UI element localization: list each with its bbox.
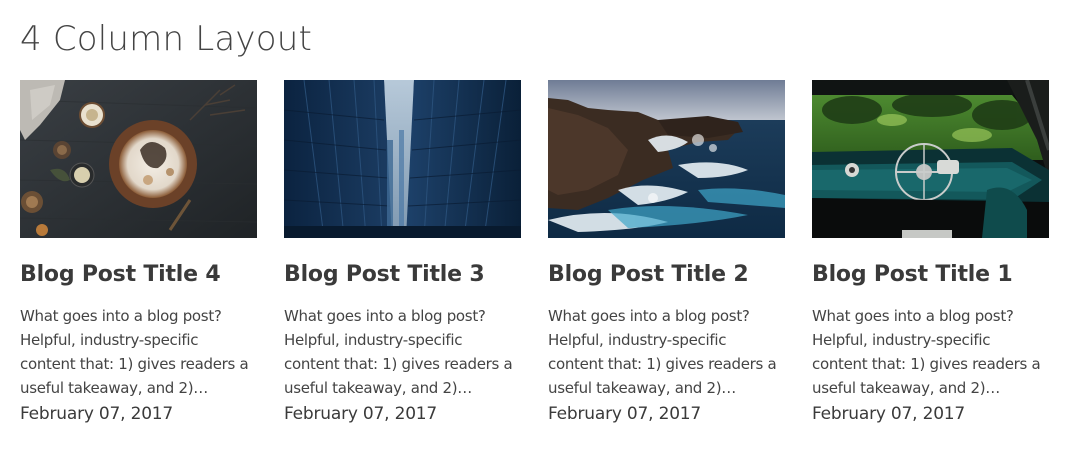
blog-post-grid: Blog Post Title 4 What goes into a blog …	[20, 80, 1049, 426]
post-title[interactable]: Blog Post Title 2	[548, 260, 785, 290]
blog-post-card-3[interactable]: Blog Post Title 3 What goes into a blog …	[284, 80, 521, 426]
blog-post-card-1[interactable]: Blog Post Title 1 What goes into a blog …	[812, 80, 1049, 426]
city-buildings-image[interactable]	[284, 80, 521, 238]
food-flatlay-image[interactable]	[20, 80, 257, 238]
post-date: February 07, 2017	[812, 404, 966, 424]
post-title[interactable]: Blog Post Title 4	[20, 260, 257, 290]
post-excerpt: What goes into a blog post? Helpful, ind…	[284, 307, 513, 397]
post-date: February 07, 2017	[284, 404, 438, 424]
page-title: 4 Column Layout	[20, 19, 313, 59]
page: 4 Column Layout Blog Post Title 4 What g…	[0, 0, 1072, 457]
post-excerpt: What goes into a blog post? Helpful, ind…	[20, 307, 249, 397]
post-date: February 07, 2017	[548, 404, 702, 424]
post-date: February 07, 2017	[20, 404, 174, 424]
blog-post-card-4[interactable]: Blog Post Title 4 What goes into a blog …	[20, 80, 257, 426]
post-excerpt: What goes into a blog post? Helpful, ind…	[812, 307, 1041, 397]
post-excerpt: What goes into a blog post? Helpful, ind…	[548, 307, 777, 397]
blog-post-card-2[interactable]: Blog Post Title 2 What goes into a blog …	[548, 80, 785, 426]
post-title[interactable]: Blog Post Title 1	[812, 260, 1049, 290]
post-title[interactable]: Blog Post Title 3	[284, 260, 521, 290]
ocean-cliffs-image[interactable]	[548, 80, 785, 238]
vintage-car-dashboard-image[interactable]	[812, 80, 1049, 238]
